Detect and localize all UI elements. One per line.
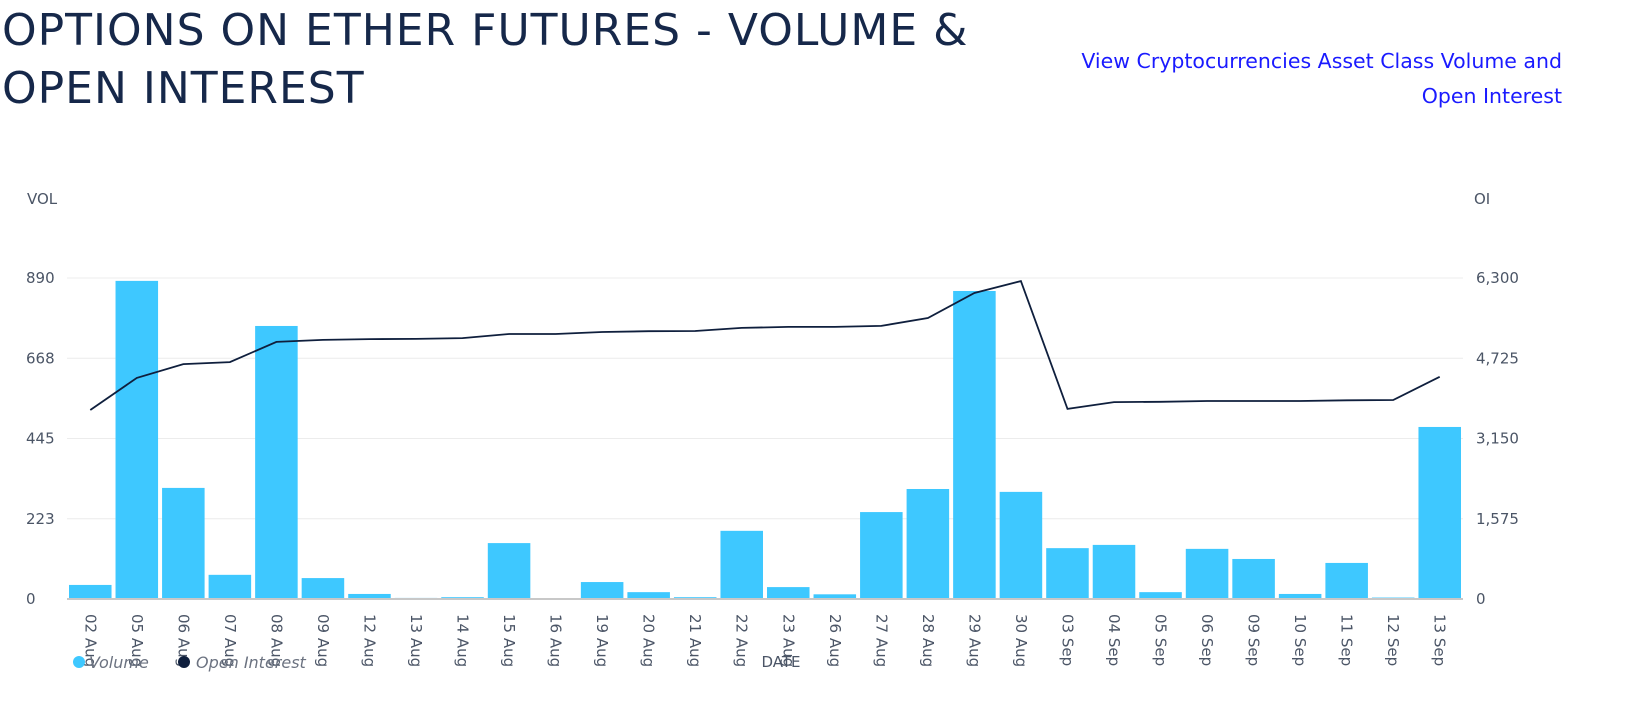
x-tick-label: 21 Aug (686, 614, 704, 667)
x-tick-label: 30 Aug (1012, 614, 1030, 667)
volume-bar[interactable] (720, 530, 763, 599)
y-axis-title-vol: VOL (27, 190, 58, 208)
y-tick-label: 445 (26, 430, 55, 448)
x-tick-label: 06 Sep (1198, 614, 1216, 666)
x-tick-label: 27 Aug (872, 614, 890, 667)
volume-bar[interactable] (860, 512, 903, 599)
volume-bar[interactable] (301, 578, 345, 599)
volume-bar[interactable] (767, 587, 810, 599)
x-tick-label: 13 Aug (407, 614, 425, 667)
x-tick-label: 26 Aug (826, 614, 844, 667)
volume-bar[interactable] (1046, 548, 1089, 599)
y2-tick-label: 1,575 (1476, 510, 1519, 528)
volume-bar[interactable] (580, 582, 624, 599)
legend-volume-label: Volume (89, 653, 149, 672)
x-tick-label: 10 Sep (1291, 614, 1309, 666)
x-tick-label: 22 Aug (733, 614, 751, 667)
volume-bar[interactable] (906, 488, 950, 599)
x-axis-title: DATE (761, 653, 800, 671)
legend-oi-swatch (178, 656, 190, 668)
x-tick-label: 16 Aug (547, 614, 565, 667)
volume-bar[interactable] (208, 574, 252, 599)
volume-bar[interactable] (255, 325, 298, 599)
y2-axis-ticks: 0 1,575 3,150 4,725 6,300 (1476, 269, 1519, 608)
volume-bar[interactable] (953, 290, 996, 599)
volume-bar[interactable] (1325, 562, 1368, 599)
volume-bar[interactable] (1092, 544, 1136, 599)
x-tick-label: 12 Sep (1384, 614, 1402, 666)
x-tick-label: 19 Aug (593, 614, 611, 667)
x-tick-label: 05 Sep (1152, 614, 1170, 666)
volume-bar[interactable] (487, 543, 531, 599)
volume-bar[interactable] (115, 280, 159, 599)
volume-oi-chart: VOL OI 0 223 445 668 890 0 1,575 3,150 4,725 6,3… (26, 190, 1519, 672)
x-tick-label: 04 Sep (1105, 614, 1123, 666)
legend-oi-label: Open Interest (196, 653, 307, 672)
y-tick-label: 668 (26, 349, 55, 367)
y-axis-title-oi: OI (1474, 190, 1490, 208)
volume-bar[interactable] (69, 584, 112, 599)
y-tick-label: 223 (26, 510, 55, 528)
x-tick-label: 15 Aug (500, 614, 518, 667)
y2-tick-label: 3,150 (1476, 430, 1519, 448)
x-tick-label: 12 Aug (360, 614, 378, 667)
y2-tick-label: 4,725 (1476, 349, 1519, 367)
y2-tick-label: 0 (1476, 590, 1486, 608)
y-axis-ticks: 0 223 445 668 890 (26, 269, 55, 608)
x-tick-label: 11 Sep (1338, 614, 1356, 666)
volume-bar[interactable] (1185, 548, 1229, 599)
volume-bar[interactable] (1418, 426, 1461, 599)
volume-bar[interactable] (627, 592, 670, 599)
x-tick-label: 09 Sep (1245, 614, 1263, 666)
y-tick-label: 890 (26, 269, 55, 287)
x-tick-label: 13 Sep (1431, 614, 1449, 666)
volume-bar[interactable] (1139, 592, 1182, 599)
volume-bar[interactable] (1232, 558, 1275, 599)
x-tick-label: 28 Aug (919, 614, 937, 667)
x-tick-label: 03 Sep (1058, 614, 1076, 666)
y2-tick-label: 6,300 (1476, 269, 1519, 287)
x-tick-label: 14 Aug (454, 614, 472, 667)
volume-bars (69, 280, 1461, 600)
x-tick-label: 20 Aug (640, 614, 658, 667)
x-tick-label: 29 Aug (965, 614, 983, 667)
x-tick-label: 09 Aug (314, 614, 332, 667)
y-tick-label: 0 (26, 590, 36, 608)
legend-volume-swatch (73, 656, 85, 668)
legend-item-open-interest[interactable]: Open Interest (178, 653, 307, 672)
volume-bar[interactable] (999, 491, 1043, 599)
volume-bar[interactable] (162, 487, 205, 599)
